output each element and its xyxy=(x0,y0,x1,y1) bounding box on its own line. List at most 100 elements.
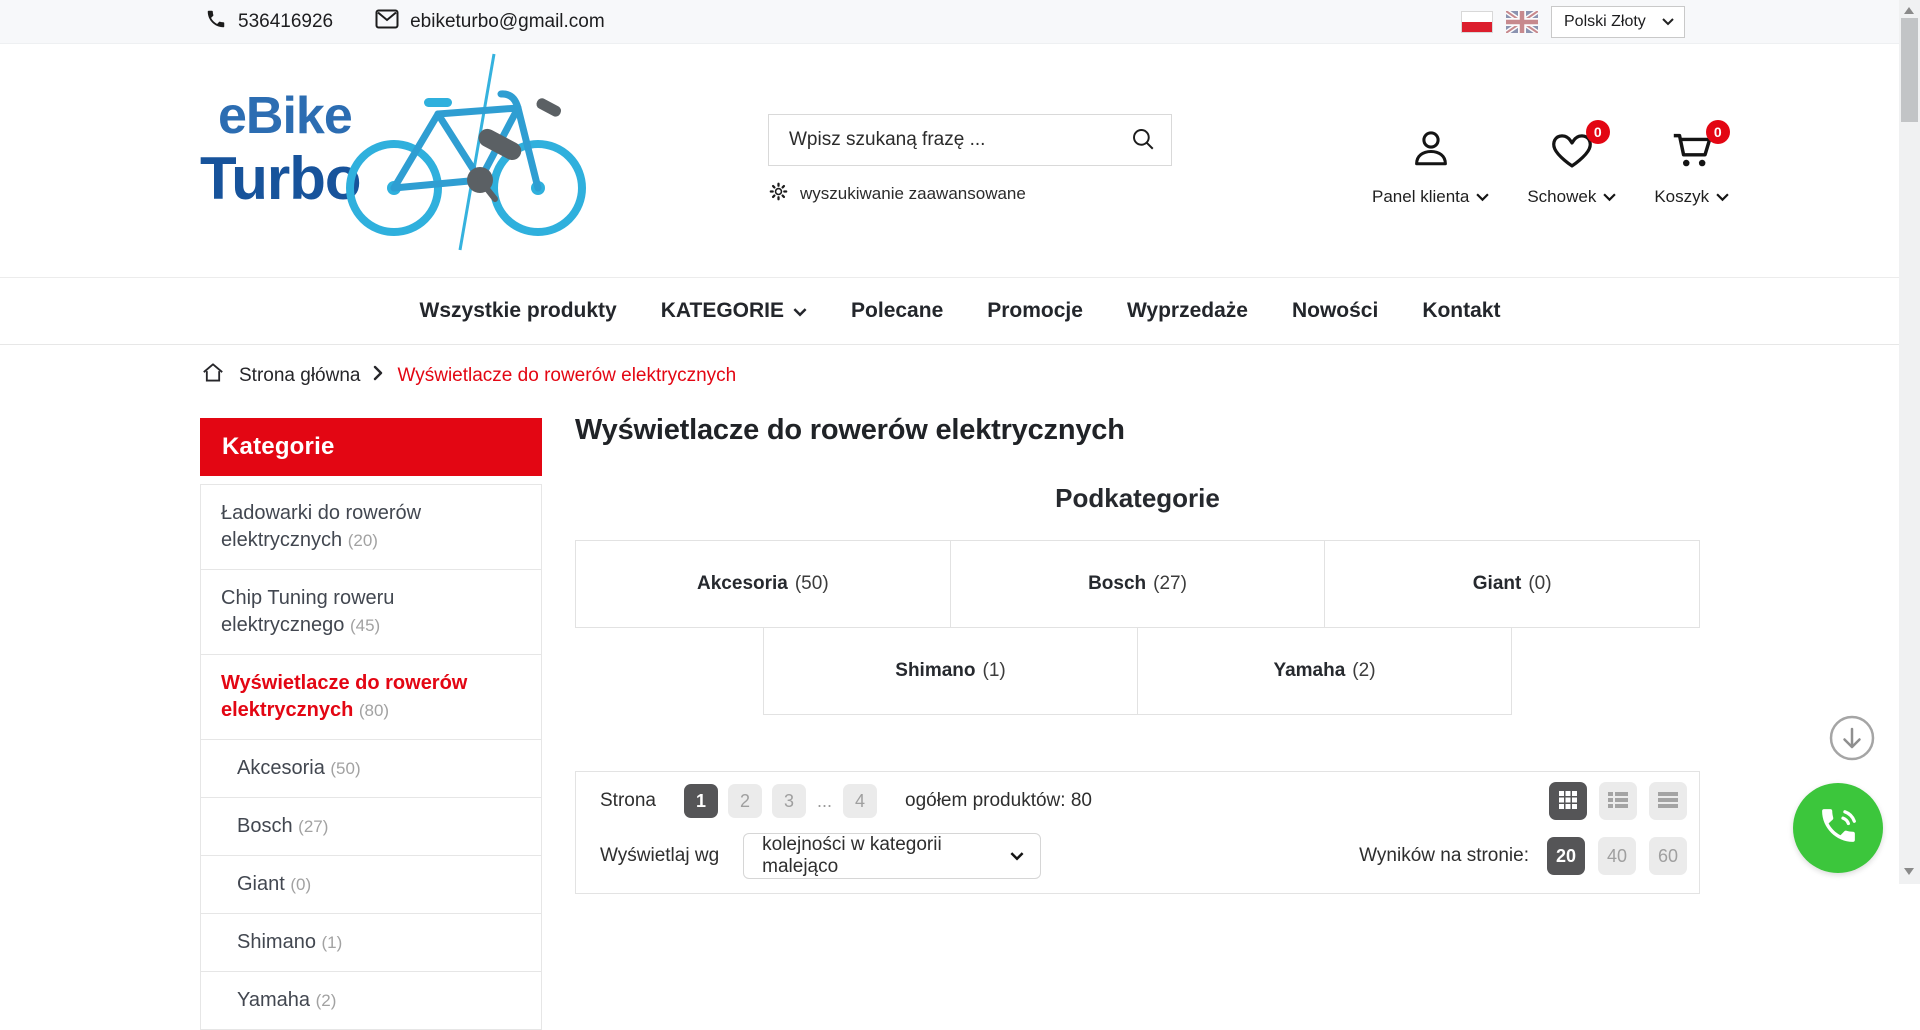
subcategory-bosch[interactable]: Bosch (27) xyxy=(949,540,1326,628)
sidebar-item-chip-tuning[interactable]: Chip Tuning roweru elektrycznego (45) xyxy=(201,569,541,654)
page-title: Wyświetlacze do rowerów elektrycznych xyxy=(575,414,1125,446)
item-count: (1) xyxy=(321,933,343,952)
nav-new[interactable]: Nowości xyxy=(1292,299,1378,323)
gear-icon xyxy=(768,181,789,207)
cart-button[interactable]: 0 Koszyk xyxy=(1654,120,1730,207)
cart-badge: 0 xyxy=(1705,120,1730,144)
breadcrumb: Strona główna Wyświetlacze do rowerów el… xyxy=(200,360,736,392)
sidebar-item-wyswietlacze[interactable]: Wyświetlacze do rowerów elektrycznych (8… xyxy=(201,654,541,739)
subcategory-akcesoria[interactable]: Akcesoria (50) xyxy=(575,540,951,628)
account-label: Panel klienta xyxy=(1372,187,1470,206)
account-panel-button[interactable]: Panel klienta xyxy=(1372,126,1490,207)
page-button-4[interactable]: 4 xyxy=(843,784,877,818)
logo-text-ebike: eBike xyxy=(218,87,353,145)
email-address: ebiketurbo@gmail.com xyxy=(410,10,605,32)
page-button-3[interactable]: 3 xyxy=(771,784,806,818)
advanced-search-link[interactable]: wyszukiwanie zaawansowane xyxy=(768,181,1026,207)
list-view-icon xyxy=(1607,790,1629,813)
page-label: Strona xyxy=(600,790,656,811)
subcategory-shimano[interactable]: Shimano (1) xyxy=(763,627,1138,715)
subcategory-giant[interactable]: Giant (0) xyxy=(1324,540,1701,628)
scroll-down-icon xyxy=(1828,715,1876,766)
nav-promotions[interactable]: Promocje xyxy=(987,299,1083,323)
uk-flag-icon[interactable] xyxy=(1504,8,1540,35)
subcategories-heading: Podkategorie xyxy=(1055,483,1220,513)
breadcrumb-current[interactable]: Wyświetlacze do rowerów elektrycznych xyxy=(397,365,736,387)
item-count: (20) xyxy=(347,531,378,550)
scrollbar-up-arrow[interactable] xyxy=(1904,7,1914,14)
main-content: Wyświetlacze do rowerów elektrycznych Po… xyxy=(575,414,1701,894)
poland-flag-icon[interactable] xyxy=(1461,10,1493,33)
sidebar-item-giant[interactable]: Giant (0) xyxy=(201,855,541,913)
pagination-ellipsis: ... xyxy=(816,790,832,811)
item-count: (0) xyxy=(290,875,312,894)
email-contact[interactable]: ebiketurbo@gmail.com xyxy=(375,9,605,35)
search-button[interactable] xyxy=(1115,115,1171,165)
chevron-down-icon xyxy=(1716,187,1729,207)
per-page-label: Wyników na stronie: xyxy=(1359,845,1529,866)
phone-contact[interactable]: 536416926 xyxy=(205,8,333,36)
per-page-switcher: 20 40 60 xyxy=(1547,837,1687,875)
nav-recommended[interactable]: Polecane xyxy=(851,299,943,323)
logo-text-turbo: Turbo xyxy=(200,145,361,212)
sidebar-item-bosch[interactable]: Bosch (27) xyxy=(201,797,541,855)
home-icon[interactable] xyxy=(200,360,226,392)
header: eBike Turbo Wpisz szukaną frazę ... wysz… xyxy=(0,44,1920,277)
wishlist-button[interactable]: 0 Schowek xyxy=(1527,120,1617,207)
scrollbar[interactable] xyxy=(1899,0,1920,884)
view-switcher xyxy=(1549,782,1687,820)
scroll-down-button[interactable] xyxy=(1828,714,1876,762)
category-sidebar: Kategorie Ładowarki do rowerów elektrycz… xyxy=(200,418,542,1030)
list-view-button[interactable] xyxy=(1599,782,1637,820)
sort-select[interactable]: kolejności w kategorii malejąco xyxy=(743,833,1042,879)
main-navigation: Wszystkie produkty KATEGORIE Polecane Pr… xyxy=(0,277,1920,345)
item-count: (27) xyxy=(298,817,329,836)
scrollbar-thumb[interactable] xyxy=(1901,18,1918,122)
sort-value: kolejności w kategorii malejąco xyxy=(762,834,942,877)
call-icon xyxy=(1815,803,1861,854)
per-page-60-button[interactable]: 60 xyxy=(1649,837,1687,875)
cart-label: Koszyk xyxy=(1654,187,1710,206)
per-page-20-button[interactable]: 20 xyxy=(1547,837,1585,875)
wishlist-label: Schowek xyxy=(1527,187,1597,206)
wishlist-badge: 0 xyxy=(1585,120,1610,144)
page-button-1[interactable]: 1 xyxy=(683,784,718,818)
sidebar-item-shimano[interactable]: Shimano (1) xyxy=(201,913,541,971)
chevron-down-icon xyxy=(793,299,807,323)
sidebar-item-ladowarki[interactable]: Ładowarki do rowerów elektrycznych (20) xyxy=(201,485,541,569)
grid-view-button[interactable] xyxy=(1549,782,1587,820)
nav-sale[interactable]: Wyprzedaże xyxy=(1127,299,1248,323)
total-products-label: ogółem produktów: 80 xyxy=(905,790,1092,811)
phone-icon xyxy=(205,8,227,36)
compact-view-button[interactable] xyxy=(1649,782,1687,820)
sidebar-title: Kategorie xyxy=(200,418,542,476)
bike-logo-icon xyxy=(342,52,587,257)
search-input[interactable] xyxy=(769,129,1115,151)
chevron-down-icon xyxy=(1010,845,1024,867)
nav-contact[interactable]: Kontakt xyxy=(1422,299,1500,323)
search-area: wyszukiwanie zaawansowane xyxy=(768,114,1172,207)
currency-select[interactable]: Polski Złoty xyxy=(1551,5,1685,38)
nav-categories[interactable]: KATEGORIE xyxy=(661,299,807,323)
category-list: Ładowarki do rowerów elektrycznych (20) … xyxy=(200,484,542,1030)
sort-label: Wyświetlaj wg xyxy=(600,845,720,866)
logo[interactable]: eBike Turbo xyxy=(200,53,590,258)
call-button[interactable] xyxy=(1793,783,1883,873)
sidebar-item-yamaha[interactable]: Yamaha (2) xyxy=(201,971,541,1029)
sidebar-item-akcesoria[interactable]: Akcesoria (50) xyxy=(201,739,541,797)
listing-toolbar: Strona 1 2 3 ... 4 ogółem produktów: 80 xyxy=(575,771,1700,894)
breadcrumb-home-link[interactable]: Strona główna xyxy=(239,365,360,387)
page-button-2[interactable]: 2 xyxy=(727,784,762,818)
per-page-40-button[interactable]: 40 xyxy=(1598,837,1636,875)
grid-view-icon xyxy=(1558,790,1578,813)
contact-info: 536416926 ebiketurbo@gmail.com xyxy=(205,8,605,36)
compact-view-icon xyxy=(1657,790,1679,813)
nav-all-products[interactable]: Wszystkie produkty xyxy=(420,299,617,323)
chevron-right-icon xyxy=(373,365,384,387)
mail-icon xyxy=(375,9,399,35)
item-count: (50) xyxy=(330,759,361,778)
scrollbar-down-arrow[interactable] xyxy=(1904,868,1914,875)
subcategory-yamaha[interactable]: Yamaha (2) xyxy=(1137,627,1512,715)
subcategory-row-1: Akcesoria (50) Bosch (27) Giant (0) xyxy=(575,540,1701,628)
search-box xyxy=(768,114,1172,166)
